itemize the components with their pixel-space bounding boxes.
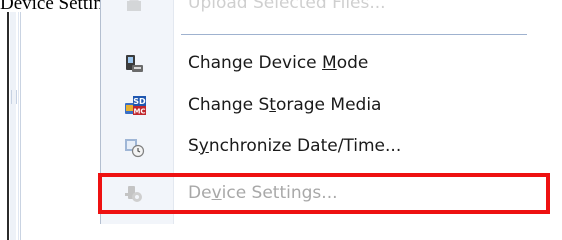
menu-separator: [181, 34, 527, 35]
menu-item-upload-selected-files: Upload Selected Files...: [101, 0, 541, 22]
upload-icon: [123, 0, 145, 15]
menu-item-label: Change Device Mode: [188, 53, 369, 73]
splitter-grip[interactable]: [11, 90, 17, 104]
window-left-edge: [0, 12, 19, 240]
scroll-gutter: [10, 12, 16, 240]
storage-icon-top-text: SD: [133, 97, 146, 106]
menu-item-change-storage-media[interactable]: SD MC Change Storage Media: [101, 86, 541, 124]
storage-icon-bottom-text: MC: [133, 108, 145, 116]
device-mode-icon: [123, 53, 145, 75]
frame-divider: [20, 12, 21, 240]
menu-item-label: Upload Selected Files...: [188, 0, 386, 13]
clock-sync-icon: [123, 136, 145, 158]
highlight-box: [98, 173, 550, 214]
menu-item-label: Synchronize Date/Time...: [188, 136, 402, 156]
window-border: [7, 12, 9, 240]
menu-item-label: Change Storage Media: [188, 95, 382, 115]
menu-item-synchronize-date-time[interactable]: Synchronize Date/Time...: [101, 127, 541, 165]
menu-item-change-device-mode[interactable]: Change Device Mode: [101, 44, 541, 82]
storage-media-icon: SD MC: [123, 95, 146, 117]
